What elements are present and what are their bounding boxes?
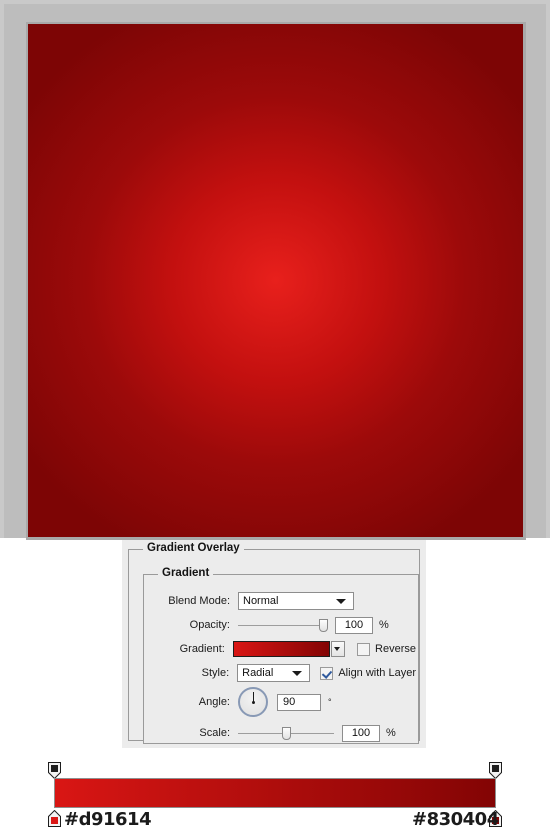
style-value: Radial (242, 667, 274, 679)
gradient-row: Gradient: Reverse (154, 639, 416, 659)
style-label: Style: (201, 667, 230, 679)
gradient-overlay-preview[interactable] (28, 24, 523, 537)
angle-unit: ° (328, 697, 332, 707)
gradient-swatch[interactable] (232, 641, 330, 657)
color-stop-left-icon[interactable] (48, 810, 61, 827)
opacity-value: 100 (344, 619, 364, 631)
angle-dial-center (251, 700, 255, 704)
blend-mode-label: Blend Mode: (168, 595, 230, 607)
gradient-label: Gradient: (179, 643, 225, 655)
opacity-row: Opacity: 100 % (154, 615, 410, 635)
scale-label: Scale: (199, 727, 230, 739)
end-color-hex-label: #830404 (412, 809, 499, 830)
gradient-bar-container[interactable] (54, 778, 496, 808)
gradient-bar[interactable] (55, 779, 495, 807)
scale-slider[interactable] (238, 726, 334, 740)
opacity-slider-track (238, 625, 328, 626)
opacity-stop-left-icon[interactable] (48, 762, 61, 779)
start-color-hex-label: #d91614 (64, 809, 152, 830)
opacity-label: Opacity: (189, 619, 230, 631)
align-with-layer-label: Align with Layer (338, 667, 416, 679)
angle-row: Angle: 90 ° (154, 685, 384, 719)
scale-value: 100 (351, 727, 371, 739)
angle-input[interactable]: 90 (277, 693, 321, 711)
opacity-stop-right-icon[interactable] (489, 762, 502, 779)
reverse-checkbox[interactable] (357, 642, 371, 656)
reverse-label: Reverse (375, 643, 417, 655)
opacity-input[interactable]: 100 (335, 616, 373, 634)
align-with-layer-checkbox[interactable] (320, 666, 334, 680)
gradient-editor-strip: #d91614 #830404 (0, 760, 550, 837)
blend-mode-row: Blend Mode: Normal (154, 591, 410, 611)
gradient-group-title: Gradient (158, 567, 214, 579)
scale-slider-thumb[interactable] (282, 727, 291, 740)
blend-mode-value: Normal (243, 595, 279, 607)
opacity-unit: % (379, 619, 389, 631)
scale-row: Scale: 100 % (154, 723, 410, 743)
gradient-preset-dropdown[interactable] (330, 641, 346, 657)
gradient-overlay-group-title: Gradient Overlay (143, 542, 244, 554)
chevron-down-icon (336, 599, 346, 604)
angle-value: 90 (283, 696, 296, 708)
chevron-down-icon (292, 671, 303, 676)
gradient-group: Gradient Blend Mode: Normal Opacity: 100 (143, 567, 419, 744)
opacity-slider-thumb[interactable] (319, 619, 328, 632)
canvas-preview-area (0, 0, 550, 540)
style-row: Style: Radial Align with Layer (154, 663, 416, 683)
blend-mode-select[interactable]: Normal (238, 592, 354, 610)
gradient-overlay-dialog: Gradient Overlay Gradient Blend Mode: No… (122, 540, 426, 748)
opacity-slider[interactable] (238, 618, 328, 632)
style-select[interactable]: Radial (237, 664, 311, 682)
angle-label: Angle: (198, 696, 230, 708)
scale-input[interactable]: 100 (342, 724, 380, 742)
angle-dial[interactable] (238, 687, 268, 717)
gradient-overlay-group: Gradient Overlay Gradient Blend Mode: No… (128, 542, 420, 744)
scale-unit: % (386, 727, 396, 739)
